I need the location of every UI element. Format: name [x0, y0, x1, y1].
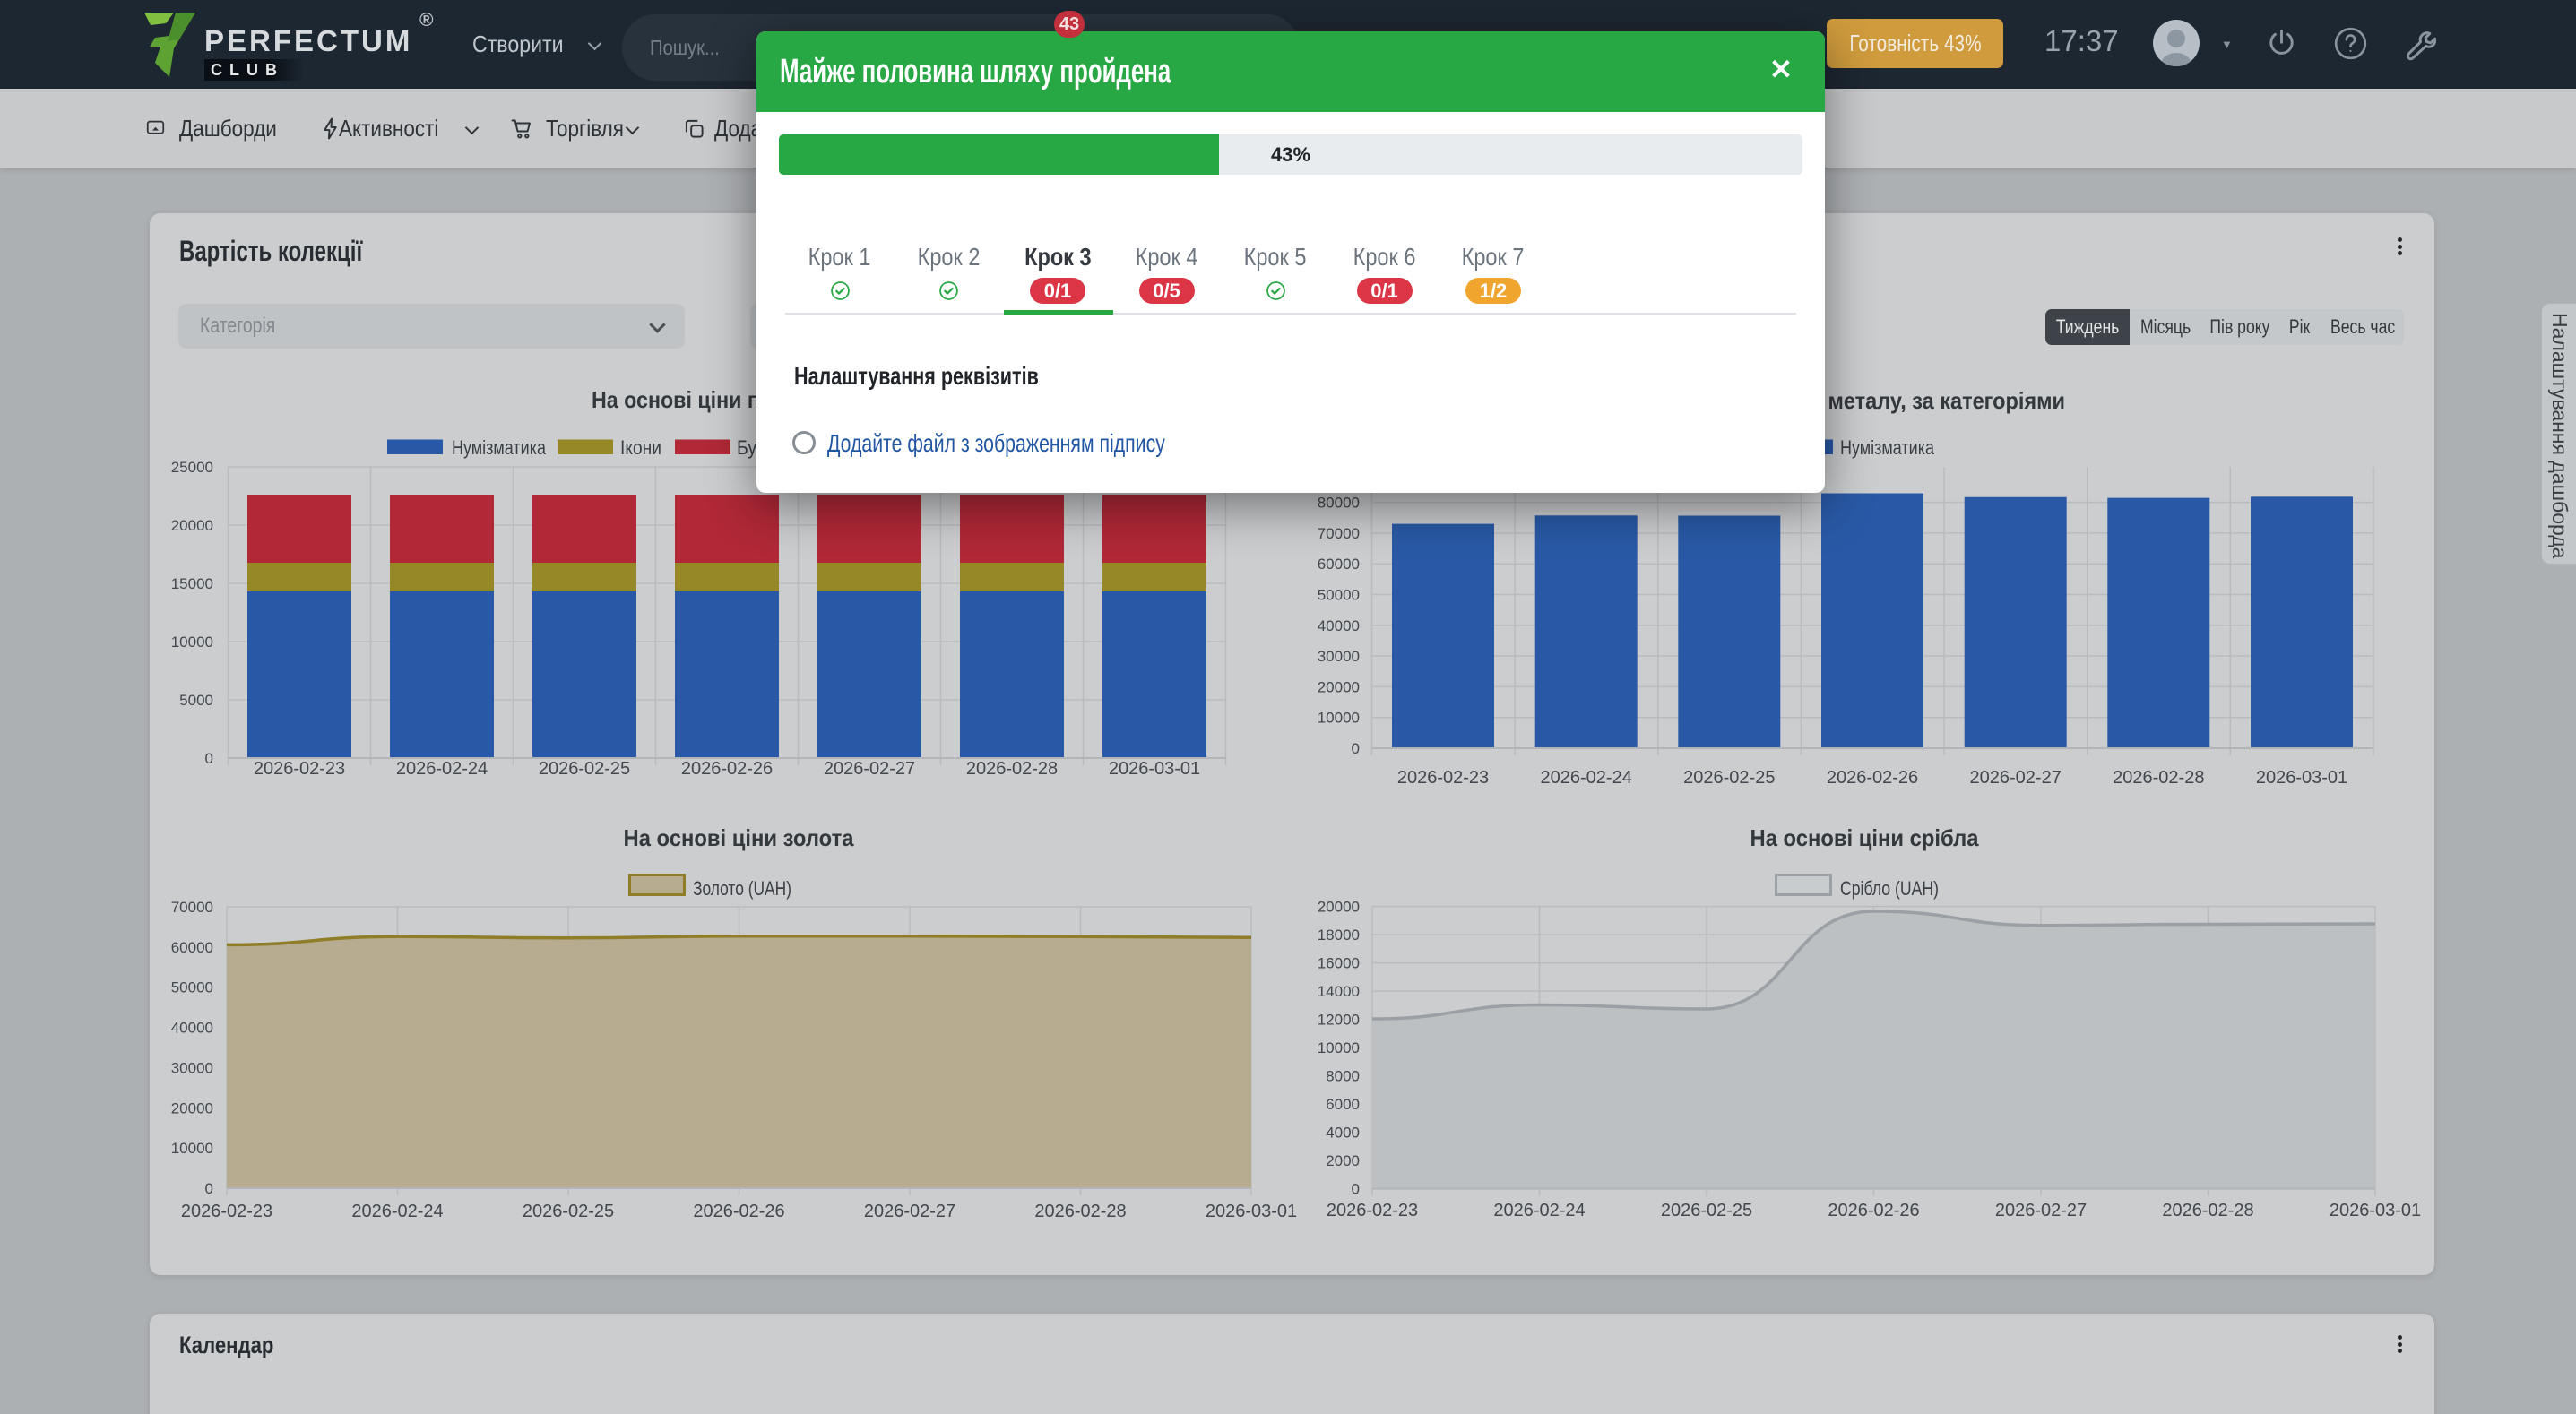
svg-text:Нумізматика: Нумізматика [452, 436, 547, 459]
svg-text:2026-02-28: 2026-02-28 [966, 759, 1058, 779]
svg-text:2026-02-23: 2026-02-23 [254, 759, 345, 779]
svg-text:16000: 16000 [1318, 955, 1360, 972]
svg-text:0: 0 [205, 1180, 213, 1197]
svg-text:0: 0 [205, 750, 213, 767]
svg-text:0: 0 [1352, 1181, 1360, 1198]
svg-text:2026-02-26: 2026-02-26 [1828, 1201, 1919, 1220]
svg-text:50000: 50000 [1318, 587, 1360, 604]
svg-text:4000: 4000 [1326, 1125, 1360, 1142]
svg-text:20000: 20000 [171, 517, 213, 534]
svg-text:2026-02-26: 2026-02-26 [681, 759, 773, 779]
svg-text:2026-03-01: 2026-03-01 [2256, 768, 2347, 788]
svg-text:2026-03-01: 2026-03-01 [2330, 1201, 2421, 1220]
svg-text:80000: 80000 [1318, 495, 1360, 512]
svg-text:Срібло (UAH): Срібло (UAH) [1840, 877, 1939, 900]
svg-text:2026-02-25: 2026-02-25 [1683, 768, 1775, 788]
svg-text:2026-02-28: 2026-02-28 [2162, 1201, 2253, 1220]
svg-text:14000: 14000 [1318, 983, 1360, 1000]
svg-text:Ікони: Ікони [620, 436, 661, 459]
svg-text:70000: 70000 [1318, 525, 1360, 542]
svg-text:12000: 12000 [1318, 1012, 1360, 1029]
svg-text:10000: 10000 [171, 1140, 213, 1157]
svg-text:На основі ціни срібла: На основі ціни срібла [1750, 824, 1979, 851]
svg-text:2026-02-27: 2026-02-27 [1995, 1201, 2087, 1220]
svg-text:60000: 60000 [1318, 556, 1360, 573]
svg-text:0: 0 [1352, 740, 1360, 757]
svg-text:2026-02-24: 2026-02-24 [1493, 1201, 1585, 1220]
svg-text:2026-02-23: 2026-02-23 [181, 1202, 272, 1221]
svg-text:10000: 10000 [171, 634, 213, 651]
svg-text:Золото (UAH): Золото (UAH) [693, 877, 791, 900]
svg-text:25000: 25000 [171, 459, 213, 476]
svg-text:2026-02-24: 2026-02-24 [1541, 768, 1632, 788]
svg-text:2026-02-28: 2026-02-28 [1034, 1202, 1126, 1221]
svg-text:30000: 30000 [171, 1059, 213, 1076]
svg-text:20000: 20000 [1318, 678, 1360, 695]
svg-text:2026-02-27: 2026-02-27 [1970, 768, 2062, 788]
svg-text:6000: 6000 [1326, 1096, 1360, 1113]
svg-text:18000: 18000 [1318, 927, 1360, 944]
svg-text:металу, за категоріями: металу, за категоріями [1828, 387, 2066, 414]
svg-text:50000: 50000 [171, 979, 213, 996]
svg-text:10000: 10000 [1318, 710, 1360, 727]
svg-text:2000: 2000 [1326, 1152, 1360, 1169]
svg-text:2026-02-23: 2026-02-23 [1397, 768, 1489, 788]
svg-text:2026-02-27: 2026-02-27 [824, 759, 915, 779]
svg-text:Нумізматика: Нумізматика [1840, 436, 1935, 459]
svg-text:8000: 8000 [1326, 1068, 1360, 1085]
svg-text:70000: 70000 [171, 899, 213, 916]
svg-text:2026-02-23: 2026-02-23 [1327, 1201, 1418, 1220]
svg-text:30000: 30000 [1318, 648, 1360, 665]
svg-text:40000: 40000 [1318, 617, 1360, 634]
svg-text:20000: 20000 [1318, 899, 1360, 916]
svg-text:10000: 10000 [1318, 1039, 1360, 1056]
svg-text:2026-02-25: 2026-02-25 [1661, 1201, 1752, 1220]
svg-text:2026-03-01: 2026-03-01 [1206, 1202, 1297, 1221]
svg-text:2026-02-24: 2026-02-24 [396, 759, 488, 779]
svg-text:2026-02-26: 2026-02-26 [1827, 768, 1918, 788]
svg-text:20000: 20000 [171, 1099, 213, 1117]
svg-text:На основі ціни золота: На основі ціни золота [624, 824, 854, 851]
svg-text:5000: 5000 [179, 692, 213, 709]
svg-text:2026-03-01: 2026-03-01 [1109, 759, 1200, 779]
svg-text:2026-02-26: 2026-02-26 [693, 1202, 784, 1221]
svg-text:60000: 60000 [171, 939, 213, 956]
svg-text:2026-02-27: 2026-02-27 [864, 1202, 955, 1221]
svg-text:2026-02-24: 2026-02-24 [351, 1202, 443, 1221]
svg-text:2026-02-28: 2026-02-28 [2113, 768, 2204, 788]
svg-text:2026-02-25: 2026-02-25 [539, 759, 630, 779]
svg-text:40000: 40000 [171, 1020, 213, 1037]
svg-text:2026-02-25: 2026-02-25 [523, 1202, 614, 1221]
svg-text:15000: 15000 [171, 575, 213, 592]
